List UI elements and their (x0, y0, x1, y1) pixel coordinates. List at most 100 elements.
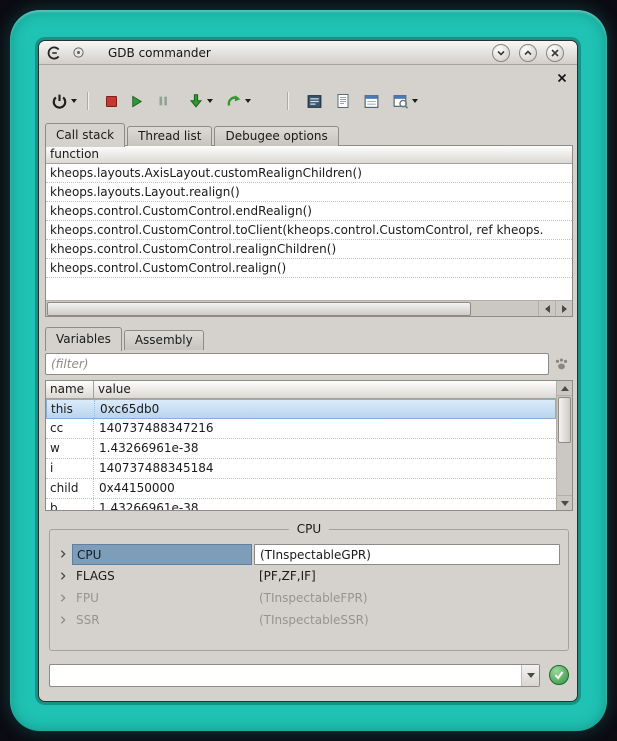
variables-panel: name value this 0xc65db0 cc 140737488347… (45, 380, 573, 511)
name-column-header[interactable]: name (46, 381, 94, 398)
dock-close-icon[interactable] (556, 72, 568, 84)
scroll-right-button[interactable] (555, 301, 572, 316)
power-dropdown-icon[interactable] (71, 99, 77, 103)
shade-button[interactable] (492, 44, 510, 62)
desktop-background: GDB commander (0, 0, 617, 741)
value-column-header[interactable]: value (94, 381, 131, 398)
variable-row[interactable]: cc 140737488347216 (46, 419, 556, 439)
expand-chevron-icon[interactable] (54, 593, 72, 603)
combo-dropdown-button[interactable] (521, 665, 539, 686)
call-stack-header[interactable]: function (46, 146, 572, 164)
document-button[interactable] (333, 89, 353, 113)
stop-button[interactable] (104, 89, 119, 113)
callstack-row[interactable]: kheops.layouts.AxisLayout.customRealignC… (46, 164, 572, 183)
scrollbar-arrows (538, 301, 572, 316)
cpu-register-row[interactable]: CPU (TInspectableGPR) (54, 543, 560, 565)
expand-chevron-icon[interactable] (54, 549, 72, 559)
cpu-group-title: CPU (289, 522, 329, 536)
function-column-header[interactable]: function (46, 146, 99, 163)
stop-icon (106, 96, 117, 107)
cpu-register-row[interactable]: SSR (TInspectableSSR) (54, 609, 560, 631)
callstack-row[interactable]: kheops.control.CustomControl.toClient(kh… (46, 221, 572, 240)
variable-value: 140737488345184 (94, 459, 556, 478)
unshade-button[interactable] (519, 44, 537, 62)
debug-tabs: Call stack Thread list Debugee options (45, 122, 341, 146)
variable-name: cc (46, 419, 94, 438)
variables-rows: this 0xc65db0 cc 140737488347216 w 1.432… (46, 399, 556, 511)
find-window-button[interactable] (390, 89, 411, 113)
scrollbar-thumb[interactable] (558, 397, 571, 443)
command-combobox[interactable] (49, 664, 540, 687)
window-frame: GDB commander (10, 10, 607, 731)
register-group-value[interactable]: (TInspectableGPR) (254, 544, 560, 565)
variable-name: child (46, 479, 94, 498)
vertical-scrollbar[interactable] (556, 381, 572, 510)
cpu-register-row[interactable]: FPU (TInspectableFPR) (54, 587, 560, 609)
variable-name: this (47, 400, 95, 418)
register-group-value: [PF,ZF,IF] (254, 566, 560, 587)
tab-debugee-options[interactable]: Debugee options (214, 126, 338, 146)
close-button[interactable] (546, 44, 564, 62)
tab-assembly[interactable]: Assembly (124, 330, 204, 350)
messages-button[interactable] (304, 89, 325, 113)
variable-row[interactable]: b 1.43266961e-38 (46, 499, 556, 511)
horizontal-scrollbar[interactable] (46, 300, 572, 316)
variable-name: i (46, 459, 94, 478)
window-title: GDB commander (108, 46, 211, 60)
variable-row[interactable]: this 0xc65db0 (46, 399, 556, 419)
tab-variables[interactable]: Variables (45, 327, 122, 351)
variable-value: 1.43266961e-38 (94, 439, 556, 458)
filter-row (45, 353, 573, 375)
titlebar[interactable]: GDB commander (39, 41, 577, 65)
register-group-value: (TInspectableSSR) (254, 610, 560, 631)
variable-row[interactable]: i 140737488345184 (46, 459, 556, 479)
power-button[interactable] (49, 89, 70, 113)
execute-command-button[interactable] (549, 665, 569, 685)
toolbar (49, 87, 421, 115)
scroll-down-button[interactable] (557, 495, 572, 510)
variable-value: 0xc65db0 (95, 400, 555, 418)
register-group-name[interactable]: FPU (72, 588, 252, 609)
cpu-groupbox: CPU CPU (TInspectableGPR) FLAGS (49, 529, 569, 651)
window-dot-icon[interactable] (70, 45, 86, 61)
tab-thread-list[interactable]: Thread list (127, 126, 212, 146)
run-button[interactable] (127, 89, 146, 113)
app-icon[interactable] (46, 45, 62, 61)
command-row (49, 663, 569, 687)
expand-chevron-icon[interactable] (54, 571, 72, 581)
command-input[interactable] (50, 665, 521, 686)
variable-value: 140737488347216 (94, 419, 556, 438)
filter-input[interactable] (45, 353, 549, 375)
scrollbar-thumb[interactable] (47, 302, 471, 316)
step-into-dropdown-icon[interactable] (207, 99, 213, 103)
expand-chevron-icon[interactable] (54, 615, 72, 625)
gdb-commander-window: GDB commander (38, 40, 578, 702)
step-over-button[interactable] (224, 89, 244, 113)
register-group-name[interactable]: FLAGS (72, 566, 252, 587)
step-over-dropdown-icon[interactable] (245, 99, 251, 103)
watch-window-button[interactable] (361, 89, 382, 113)
tab-call-stack[interactable]: Call stack (45, 123, 125, 147)
callstack-row[interactable]: kheops.control.CustomControl.endRealign(… (46, 202, 572, 221)
toolbar-separator (287, 92, 289, 110)
variable-value: 0x44150000 (94, 479, 556, 498)
cpu-register-row[interactable]: FLAGS [PF,ZF,IF] (54, 565, 560, 587)
variable-row[interactable]: child 0x44150000 (46, 479, 556, 499)
paw-icon[interactable] (549, 353, 573, 375)
variable-row[interactable]: w 1.43266961e-38 (46, 439, 556, 459)
register-group-name[interactable]: CPU (72, 544, 252, 565)
variable-value: 1.43266961e-38 (94, 499, 556, 511)
variable-name: b (46, 499, 94, 511)
scroll-up-button[interactable] (557, 381, 572, 396)
callstack-row[interactable]: kheops.layouts.Layout.realign() (46, 183, 572, 202)
find-window-dropdown-icon[interactable] (412, 99, 418, 103)
scroll-left-button[interactable] (538, 301, 555, 316)
register-group-name[interactable]: SSR (72, 610, 252, 631)
callstack-row[interactable]: kheops.control.CustomControl.realignChil… (46, 240, 572, 259)
callstack-row[interactable]: kheops.control.CustomControl.realign() (46, 259, 572, 278)
pause-button[interactable] (154, 89, 172, 113)
step-into-button[interactable] (186, 89, 206, 113)
window-controls (492, 44, 564, 62)
inspect-tabs: Variables Assembly (45, 326, 206, 350)
toolbar-separator (87, 92, 89, 110)
